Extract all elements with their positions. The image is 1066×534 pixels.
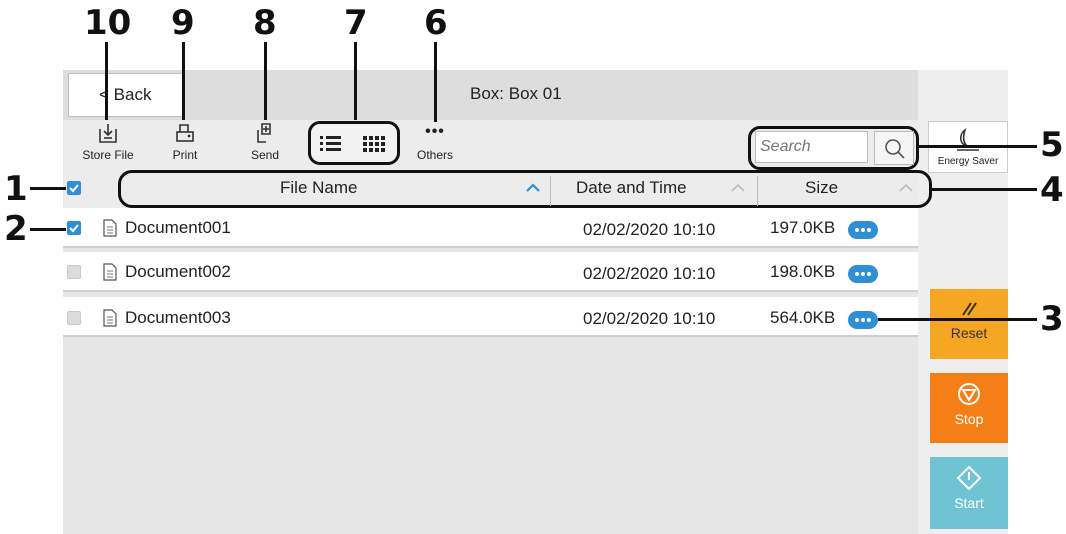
sort-icon[interactable] [898,183,914,193]
reset-label: Reset [950,325,988,341]
document-icon [103,219,117,237]
view-toggle [308,121,400,165]
leader-line [182,42,185,120]
document-icon [103,309,117,327]
select-all-checkbox[interactable] [67,181,81,195]
more-icon[interactable] [848,311,878,329]
file-date: 02/02/2020 10:10 [583,309,716,328]
start-button[interactable]: Start [930,457,1008,529]
stop-label: Stop [954,411,984,427]
sort-asc-icon[interactable] [525,183,541,193]
store-file-label: Store File [82,148,134,162]
leader-line [264,42,267,120]
leader-line [878,318,1037,321]
others-button[interactable]: ••• Others [410,122,460,162]
back-button[interactable]: < Back [68,73,184,117]
start-icon [956,465,982,491]
callout-1: 1 [4,169,28,209]
callout-5: 5 [1040,125,1064,165]
more-icon[interactable] [848,265,878,283]
file-size: 197.0KB [770,218,836,237]
date-time-header[interactable]: Date and Time [576,178,687,198]
row-checkbox[interactable] [67,311,81,325]
print-icon [176,124,194,142]
document-icon [103,263,117,281]
file-date: 02/02/2020 10:10 [583,264,716,283]
row-checkbox[interactable] [67,221,81,235]
header-divider [550,176,551,206]
print-button[interactable]: Print [160,122,210,162]
file-size: 198.0KB [770,262,836,281]
print-label: Print [172,148,198,162]
leader-line [919,145,1037,148]
start-label: Start [954,495,984,511]
file-size: 564.0KB [770,308,836,327]
leader-line [30,228,66,231]
leader-line [434,42,437,122]
file-name: Document003 [125,308,231,327]
stop-button[interactable]: Stop [930,373,1008,443]
energy-saver-label: Energy Saver [937,156,999,167]
header-divider [757,176,758,206]
callout-3: 3 [1040,299,1064,339]
file-name-header[interactable]: File Name [280,178,357,198]
more-icon[interactable] [848,221,878,239]
callout-6: 6 [424,3,448,43]
file-name: Document002 [125,262,231,281]
others-icon: ••• [425,123,445,140]
callout-8: 8 [253,3,277,43]
search-icon [885,139,905,159]
leader-line [30,187,66,190]
callout-10: 10 [84,3,132,43]
reset-button[interactable]: Reset [930,289,1008,359]
stop-icon [958,383,980,405]
leader-line [932,188,1037,191]
sort-icon[interactable] [730,183,746,193]
size-header[interactable]: Size [805,178,838,198]
store-file-button[interactable]: Store File [78,122,138,162]
callout-7: 7 [344,3,368,43]
search-input[interactable] [755,131,868,163]
list-view-icon[interactable] [320,135,342,153]
callout-4: 4 [1040,170,1064,210]
row-checkbox[interactable] [67,265,81,279]
send-button[interactable]: Send [240,122,290,162]
store-file-icon [99,124,117,143]
callout-2: 2 [4,209,28,249]
search-button[interactable] [874,131,914,165]
check-icon [69,224,79,233]
file-date: 02/02/2020 10:10 [583,220,716,239]
box-title: Box: Box 01 [470,84,562,103]
send-icon [257,123,271,143]
check-icon [69,184,79,193]
grid-view-icon[interactable] [363,135,385,153]
others-label: Others [416,148,453,162]
energy-saver-icon [957,128,979,151]
leader-line [354,42,357,120]
send-label: Send [250,148,280,162]
leader-line [105,42,108,120]
callout-9: 9 [171,3,195,43]
file-name: Document001 [125,218,231,237]
